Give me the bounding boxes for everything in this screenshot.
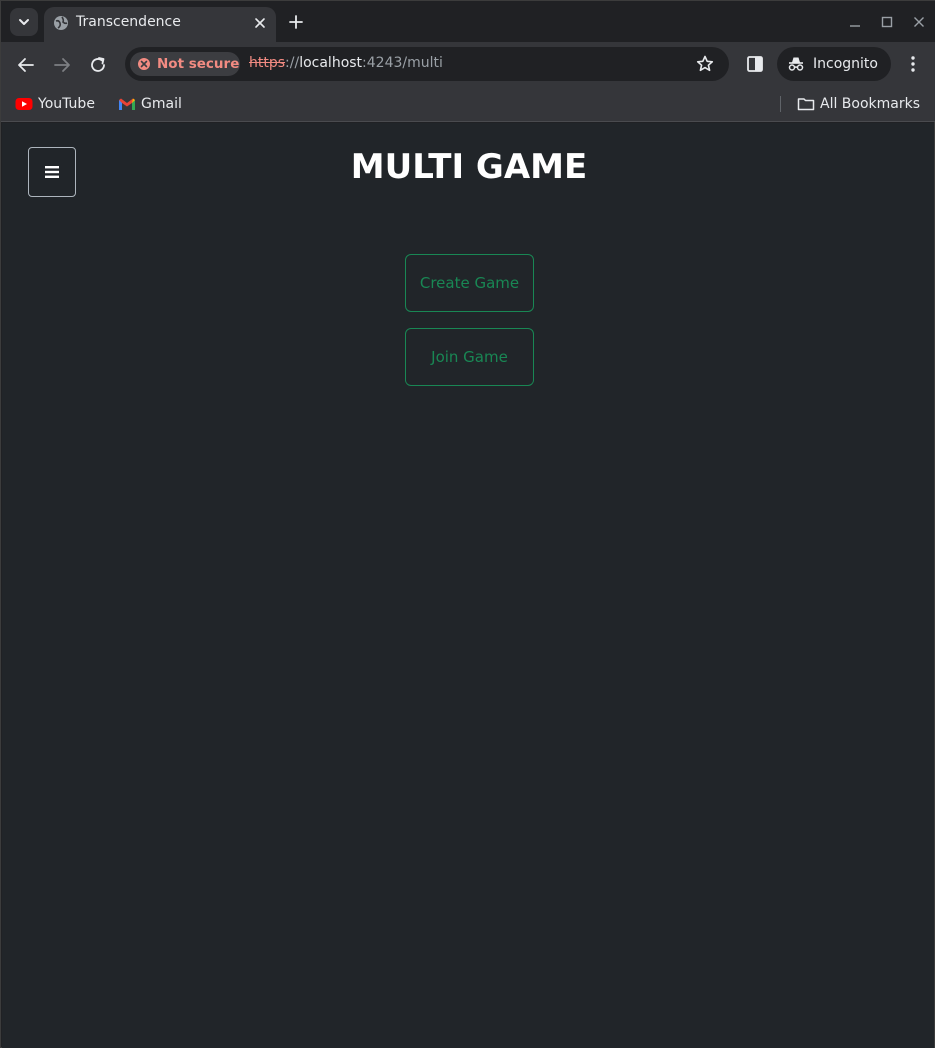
new-tab-icon[interactable] xyxy=(286,12,306,32)
page-content: MULTI GAME Create Game Join Game xyxy=(2,123,934,1048)
tab-title: Transcendence xyxy=(76,14,181,30)
create-game-button[interactable]: Create Game xyxy=(405,254,534,312)
join-game-button[interactable]: Join Game xyxy=(405,328,534,386)
folder-icon xyxy=(797,98,815,111)
all-bookmarks-label: All Bookmarks xyxy=(820,96,921,112)
bookmark-label: Gmail xyxy=(141,96,182,112)
chevron-down-icon xyxy=(19,19,29,25)
page-title: MULTI GAME xyxy=(350,147,588,187)
warning-circle-icon xyxy=(138,58,150,70)
gmail-icon xyxy=(119,98,135,110)
bookmark-gmail[interactable]: Gmail xyxy=(118,93,182,115)
globe-icon xyxy=(54,16,68,30)
security-chip-label: Not secure xyxy=(157,56,240,72)
bookmark-youtube[interactable]: YouTube xyxy=(15,93,95,115)
browser-toolbar: Not secure https://localhost:4243/multi … xyxy=(1,42,935,87)
bookmark-label: YouTube xyxy=(38,96,95,112)
more-menu-icon[interactable] xyxy=(903,54,923,74)
menu-toggle-button[interactable] xyxy=(28,147,76,197)
maximize-icon[interactable] xyxy=(879,14,895,30)
tab-strip: Transcendence xyxy=(1,1,935,42)
url-path: :4243/multi xyxy=(362,55,443,71)
youtube-icon xyxy=(15,98,33,110)
minimize-icon[interactable] xyxy=(847,14,863,30)
close-window-icon[interactable] xyxy=(911,14,927,30)
url-text[interactable]: https://localhost:4243/multi xyxy=(249,55,443,71)
back-icon[interactable] xyxy=(15,54,37,76)
bookmarks-separator xyxy=(780,96,781,112)
browser-window: Transcendence Not secure https://localho… xyxy=(0,0,935,1048)
active-tab[interactable]: Transcendence xyxy=(44,7,276,42)
bookmarks-bar: YouTube Gmail All Bookmarks xyxy=(1,87,935,122)
incognito-label: Incognito xyxy=(813,56,878,72)
tab-search-button[interactable] xyxy=(10,8,38,36)
forward-icon[interactable] xyxy=(51,54,73,76)
bookmark-star-icon[interactable] xyxy=(695,54,715,74)
close-tab-icon[interactable] xyxy=(252,15,268,31)
url-scheme: https xyxy=(249,55,286,71)
all-bookmarks-button[interactable]: All Bookmarks xyxy=(797,93,920,115)
url-host: localhost xyxy=(299,55,363,71)
reload-icon[interactable] xyxy=(87,54,109,76)
url-separator: :// xyxy=(285,55,300,71)
side-panel-icon[interactable] xyxy=(745,54,765,74)
hamburger-icon xyxy=(45,166,59,178)
incognito-profile-button[interactable]: Incognito xyxy=(777,47,891,81)
incognito-icon xyxy=(788,57,804,71)
security-chip[interactable]: Not secure xyxy=(130,52,240,76)
address-bar[interactable]: Not secure https://localhost:4243/multi xyxy=(125,47,729,81)
